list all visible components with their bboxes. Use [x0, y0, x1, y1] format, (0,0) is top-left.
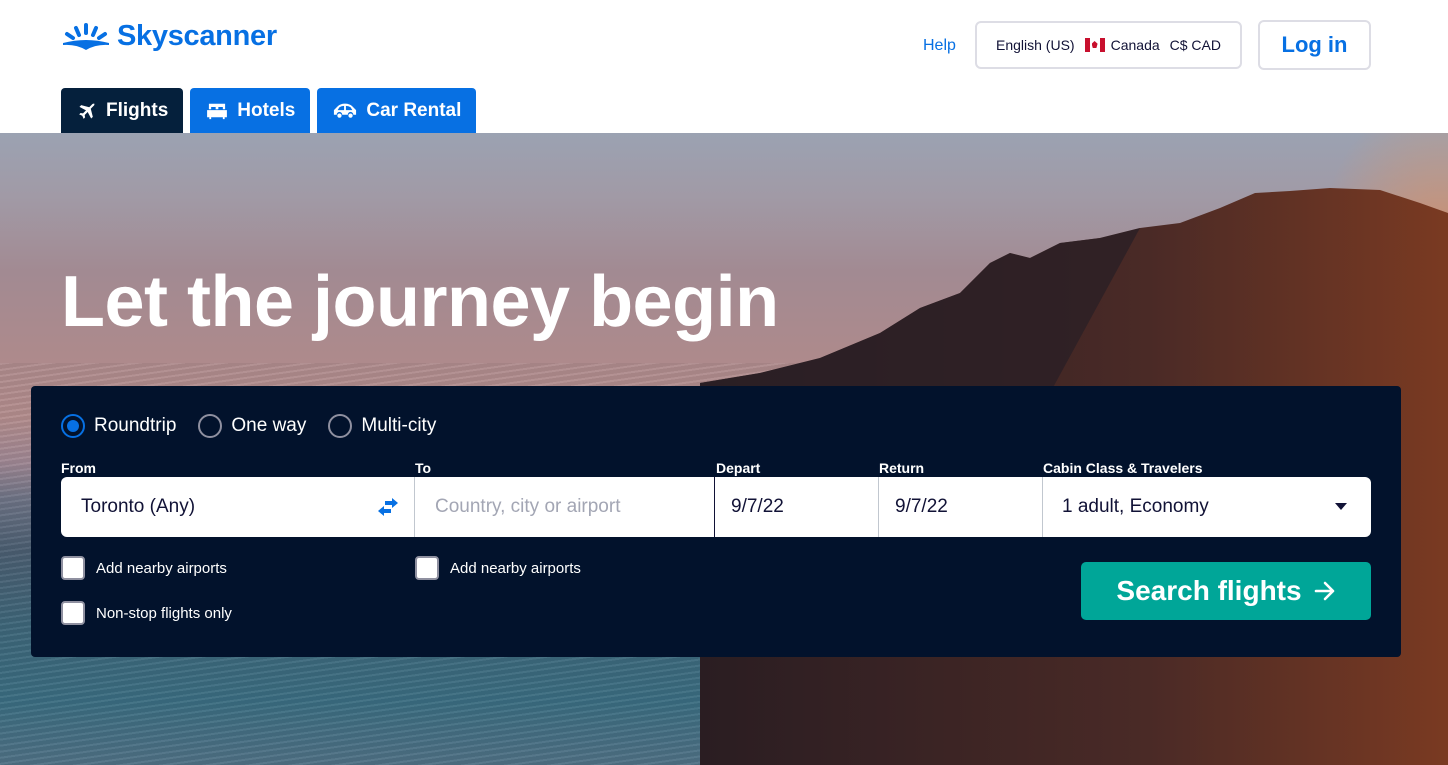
cabin-travelers-select[interactable]: 1 adult, Economy	[1043, 477, 1371, 537]
to-field[interactable]	[415, 477, 715, 537]
sunrise-logo-icon	[63, 22, 109, 50]
arrow-right-icon	[1314, 581, 1334, 601]
to-label: To	[415, 460, 432, 476]
to-input[interactable]	[435, 477, 714, 537]
from-nearby-airports-checkbox[interactable]: Add nearby airports	[61, 556, 227, 580]
country-label: Canada	[1110, 37, 1160, 53]
language-label: English (US)	[996, 37, 1075, 53]
currency-label: C$ CAD	[1169, 37, 1221, 53]
search-button-label: Search flights	[1116, 575, 1302, 606]
cabin-value: 1 adult, Economy	[1062, 496, 1209, 517]
login-button[interactable]: Log in	[1258, 20, 1371, 70]
tab-label: Hotels	[237, 99, 296, 121]
radio-label: Roundtrip	[94, 415, 177, 436]
return-field[interactable]: 9/7/22	[879, 477, 1043, 537]
checkbox-label: Add nearby airports	[96, 559, 227, 577]
from-field[interactable]	[61, 477, 415, 537]
trip-type-radio-group: Roundtrip One way Multi-city	[61, 414, 436, 438]
logo-text: Skyscanner	[117, 20, 277, 52]
car-icon	[334, 103, 357, 118]
from-input[interactable]	[81, 477, 414, 537]
checkbox-label: Add nearby airports	[450, 559, 581, 577]
hero-title: Let the journey begin	[61, 262, 779, 342]
from-label: From	[61, 460, 96, 476]
locale-selector-button[interactable]: English (US) Canada C$ CAD	[975, 21, 1242, 69]
cabin-label: Cabin Class & Travelers	[1043, 460, 1203, 476]
depart-date: 9/7/22	[731, 496, 784, 517]
tab-label: Flights	[106, 99, 169, 121]
canada-flag-icon	[1084, 38, 1105, 52]
radio-label: One way	[231, 415, 307, 436]
flight-search-panel: Roundtrip One way Multi-city From To Dep…	[31, 386, 1401, 657]
product-tabs: Flights Hotels Car Rental	[61, 88, 477, 133]
plane-icon	[79, 103, 95, 119]
country-item: Canada	[1084, 37, 1160, 53]
return-date: 9/7/22	[895, 496, 948, 517]
non-stop-checkbox[interactable]: Non-stop flights only	[61, 601, 232, 625]
bed-icon	[207, 103, 228, 119]
radio-circle-icon	[198, 414, 223, 438]
search-flights-button[interactable]: Search flights	[1081, 562, 1371, 620]
radio-one-way[interactable]: One way	[198, 414, 306, 438]
checkbox-box	[61, 556, 85, 580]
tab-label: Car Rental	[366, 99, 462, 121]
radio-roundtrip[interactable]: Roundtrip	[61, 414, 176, 438]
radio-circle-icon	[328, 414, 353, 438]
hero-section: Let the journey begin Roundtrip One way …	[0, 133, 1448, 765]
checkbox-label: Non-stop flights only	[96, 604, 232, 622]
chevron-down-icon	[1335, 503, 1347, 510]
help-link[interactable]: Help	[923, 37, 956, 55]
checkbox-box	[61, 601, 85, 625]
radio-label: Multi-city	[361, 415, 437, 436]
depart-label: Depart	[716, 460, 761, 476]
radio-multi-city[interactable]: Multi-city	[328, 414, 436, 438]
checkbox-box	[415, 556, 439, 580]
return-label: Return	[879, 460, 925, 476]
site-header: Skyscanner Help English (US) Canada C$ C…	[0, 0, 1448, 133]
tab-hotels[interactable]: Hotels	[190, 88, 311, 133]
tab-flights[interactable]: Flights	[61, 88, 184, 133]
swap-icon[interactable]	[376, 495, 400, 519]
search-fields: 9/7/22 9/7/22 1 adult, Economy	[61, 477, 1371, 537]
skyscanner-logo[interactable]: Skyscanner	[61, 20, 277, 53]
to-nearby-airports-checkbox[interactable]: Add nearby airports	[415, 556, 581, 580]
tab-car-rental[interactable]: Car Rental	[317, 88, 477, 133]
radio-circle-icon	[61, 414, 85, 438]
depart-field[interactable]: 9/7/22	[715, 477, 879, 537]
